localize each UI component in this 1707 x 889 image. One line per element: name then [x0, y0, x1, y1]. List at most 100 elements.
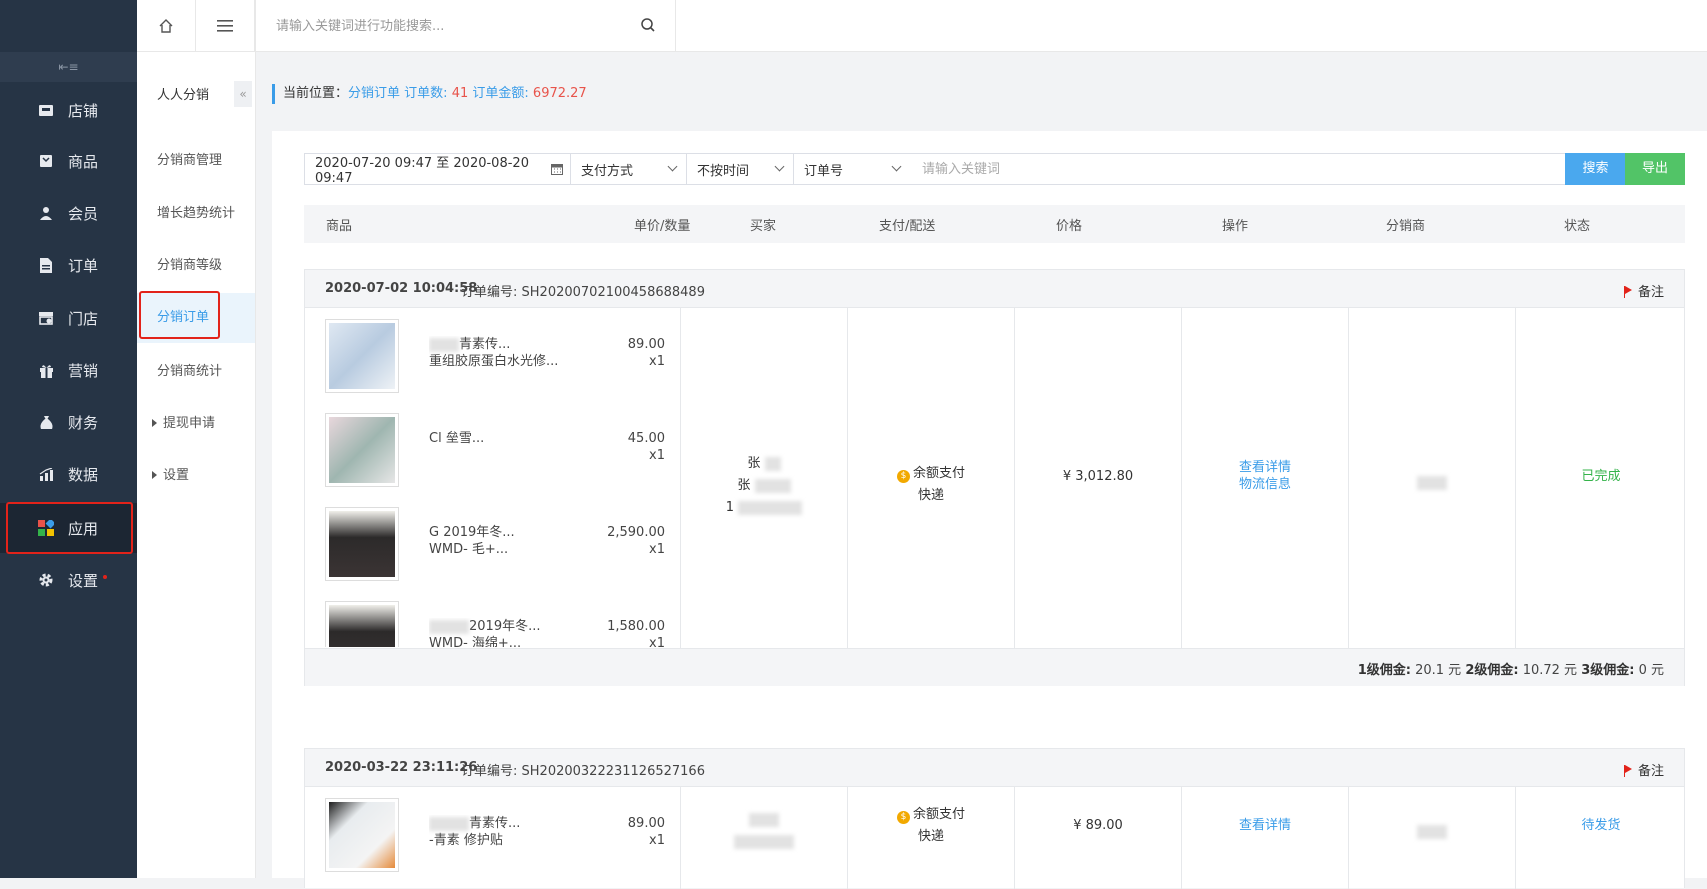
store-icon — [38, 310, 54, 326]
product-name[interactable]: 2019年冬... WMD- 海绵+... — [429, 618, 559, 647]
time-select[interactable]: 不按时间 — [686, 153, 794, 185]
sidebar-item-order[interactable]: 订单 — [0, 240, 137, 290]
product-price-qty: 89.00 x1 — [628, 336, 665, 370]
submenu-collapse-button[interactable]: « — [234, 81, 252, 107]
column-divider — [1014, 787, 1015, 889]
submenu-item-settings[interactable]: 设置 — [137, 451, 255, 501]
order-status: 已完成 — [1581, 469, 1621, 484]
breadcrumb-prefix: 当前位置： — [283, 86, 349, 101]
remark-label: 备注 — [1637, 764, 1664, 779]
order-number-value: SH20200322231126527166 — [521, 764, 705, 779]
sidebar-item-shop[interactable]: 店铺 — [0, 85, 137, 135]
function-search — [256, 0, 676, 52]
product-thumbnail[interactable] — [325, 319, 399, 393]
sidebar-collapse-toggle[interactable]: ⇤≡ — [0, 52, 137, 82]
product-thumbnail[interactable] — [325, 798, 399, 872]
shop-icon — [38, 102, 54, 118]
submenu-item-withdraw[interactable]: 提现申请 — [137, 399, 255, 449]
time-value: 不按时间 — [697, 163, 750, 179]
sidebar-item-goods[interactable]: 商品 — [0, 136, 137, 186]
commission-l3: 0 元 — [1638, 663, 1664, 678]
product-qty: x1 — [649, 636, 665, 647]
search-field-value: 订单号 — [804, 163, 844, 179]
sidebar-item-store[interactable]: 门店 — [0, 293, 137, 343]
sidebar-item-label: 会员 — [68, 204, 99, 223]
product-thumbnail[interactable] — [325, 601, 399, 647]
delivery-method: 快递 — [917, 829, 944, 844]
buyer-info — [681, 809, 847, 853]
remark-button[interactable]: 备注 — [1623, 760, 1664, 779]
highlight-box-apps — [6, 502, 133, 554]
product-thumbnail[interactable] — [325, 507, 399, 581]
submenu-item-distributor-stats[interactable]: 分销商统计 — [137, 347, 255, 397]
product-name[interactable]: 青素传... 重组胶原蛋白水光修... — [429, 336, 559, 370]
product-name-line2: -青素 修护贴 — [429, 833, 503, 848]
order-count-label: 订单数: — [404, 86, 448, 101]
product-name-line2: 重组胶原蛋白水光修... — [429, 354, 559, 369]
keyword-input[interactable] — [910, 153, 1566, 185]
chevron-down-icon — [667, 161, 678, 172]
sidebar-item-label: 设置 — [68, 571, 99, 590]
product-name-line2: WMD- 海绵+... — [429, 636, 522, 647]
chevron-down-icon — [891, 161, 902, 172]
breadcrumb-page[interactable]: 分销订单 — [348, 86, 400, 101]
order-header: 2020-03-22 23:11:26 订单编号: SH202003222311… — [305, 749, 1684, 787]
submenu-item-distributor-level[interactable]: 分销商等级 — [137, 241, 255, 291]
sidebar-item-settings[interactable]: 设置 — [0, 555, 137, 605]
product-name[interactable]: Cl 垒雪... — [429, 430, 559, 447]
commission-l1-label: 1级佣金: — [1357, 663, 1411, 678]
product-qty: x1 — [649, 448, 665, 463]
order-product: 青素传... -青素 修护贴 89.00 x1 — [325, 798, 665, 872]
submenu-item-distributor-manage[interactable]: 分销商管理 — [137, 136, 255, 186]
payment-method-select[interactable]: 支付方式 — [570, 153, 687, 185]
distributor-info — [1349, 472, 1515, 494]
delivery-method: 快递 — [917, 488, 944, 503]
flag-icon — [1623, 765, 1632, 777]
submenu-title: 人人分销 — [157, 88, 210, 103]
product-price: 1,580.00 — [607, 619, 665, 634]
sidebar-item-marketing[interactable]: 营销 — [0, 345, 137, 395]
search-button[interactable]: 搜索 — [1565, 153, 1626, 185]
product-name-line1: 青素传... — [459, 337, 511, 352]
sidebar-item-label: 门店 — [68, 309, 99, 328]
search-field-select[interactable]: 订单号 — [793, 153, 911, 185]
sidebar-item-label: 商品 — [68, 152, 99, 171]
column-header: 分销商 — [1386, 219, 1426, 234]
pay-delivery: $ 余额支付 快递 — [848, 804, 1014, 848]
commission-summary: 1级佣金: 20.1 元 2级佣金: 10.72 元 3级佣金: 0 元 — [1358, 659, 1664, 678]
export-button[interactable]: 导出 — [1625, 153, 1685, 185]
order-card: 2020-07-02 10:04:58 订单编号: SH202007021004… — [304, 269, 1685, 686]
sidebar-item-finance[interactable]: 财务 — [0, 397, 137, 447]
column-divider — [1515, 787, 1516, 889]
submenu-item-label: 设置 — [163, 468, 190, 483]
remark-button[interactable]: 备注 — [1623, 281, 1664, 300]
home-button[interactable] — [137, 0, 196, 52]
column-header: 支付/配送 — [879, 219, 936, 234]
buyer-name: 张 — [747, 456, 761, 471]
view-details-link[interactable]: 查看详情 — [1239, 460, 1291, 475]
product-qty: x1 — [649, 354, 665, 369]
home-icon — [159, 19, 173, 33]
menu-toggle-button[interactable] — [196, 0, 255, 52]
product-name[interactable]: 青素传... -青素 修护贴 — [429, 815, 559, 849]
view-details-link[interactable]: 查看详情 — [1239, 818, 1291, 833]
payment-method-value: 支付方式 — [581, 163, 634, 179]
chevron-down-icon — [774, 161, 785, 172]
order-total: ¥ 89.00 — [1073, 818, 1123, 833]
date-range-picker[interactable]: 2020-07-20 09:47 至 2020-08-20 09:47 — [304, 153, 571, 186]
search-icon[interactable] — [640, 17, 656, 37]
order-product: G 2019年冬... WMD- 毛+... 2,590.00 x1 — [325, 507, 665, 581]
logistics-info-link[interactable]: 物流信息 — [1239, 477, 1291, 492]
submenu-item-growth-trend[interactable]: 增长趋势统计 — [137, 189, 255, 239]
commission-l1: 20.1 元 — [1415, 663, 1462, 678]
product-qty: x1 — [649, 833, 665, 848]
order-icon — [38, 257, 54, 273]
product-name-line1: 青素传... — [469, 816, 521, 831]
column-header: 商品 — [326, 219, 353, 234]
coin-icon: $ — [896, 811, 910, 824]
sidebar-item-member[interactable]: 会员 — [0, 188, 137, 238]
sidebar-item-data[interactable]: 数据 — [0, 449, 137, 499]
function-search-input[interactable] — [274, 15, 634, 37]
product-thumbnail[interactable] — [325, 413, 399, 487]
product-name[interactable]: G 2019年冬... WMD- 毛+... — [429, 524, 559, 558]
